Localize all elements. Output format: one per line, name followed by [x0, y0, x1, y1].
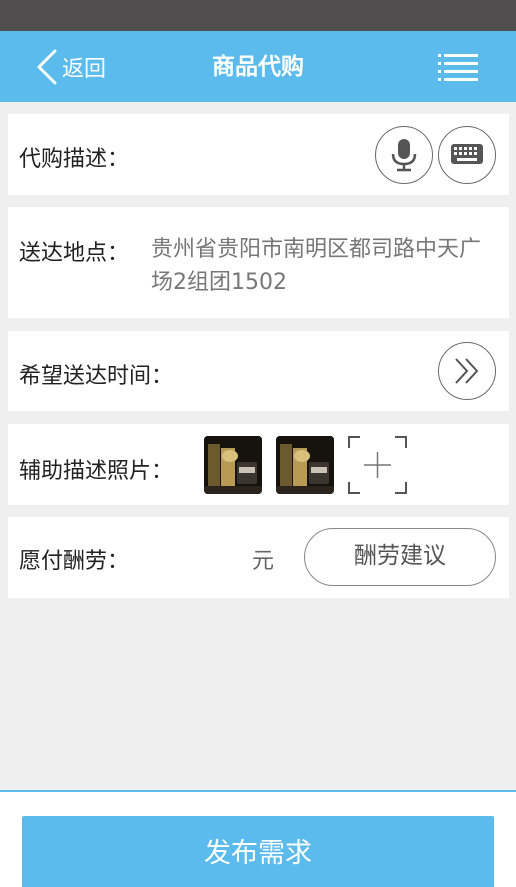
- delivery-time-row: 希望送达时间：: [8, 331, 509, 411]
- add-photo-icon: [348, 436, 407, 498]
- reward-row: 愿付酬劳： 元 酬劳建议: [8, 517, 509, 598]
- address-label: 送达地点：: [19, 241, 130, 266]
- description-label: 代购描述：: [19, 147, 130, 172]
- address-row: 送达地点： 贵州省贵阳市南明区都司路中天广场2组团1502: [8, 207, 509, 318]
- photo-thumbnail-2[interactable]: [276, 436, 334, 494]
- photos-label: 辅助描述照片：: [19, 459, 174, 484]
- keyboard-input-button[interactable]: [438, 126, 496, 184]
- reward-unit: 元: [252, 549, 275, 574]
- add-photo-button[interactable]: [348, 436, 407, 494]
- address-value[interactable]: 贵州省贵阳市南明区都司路中天广场2组团1502: [151, 233, 501, 299]
- reward-suggestion-button[interactable]: 酬劳建议: [304, 528, 496, 586]
- nav-bar: 返回 商品代购: [0, 31, 516, 102]
- photos-row: 辅助描述照片：: [8, 424, 509, 505]
- description-row: 代购描述：: [8, 114, 509, 195]
- photo-thumbnail-1[interactable]: [204, 436, 262, 494]
- bottom-bar: 发布需求: [0, 792, 516, 887]
- delivery-time-label: 希望送达时间：: [19, 364, 174, 389]
- voice-input-button[interactable]: [375, 126, 433, 184]
- reward-label: 愿付酬劳：: [19, 549, 130, 574]
- list-menu-icon[interactable]: [438, 53, 478, 81]
- status-bar: [0, 0, 516, 31]
- submit-request-button[interactable]: 发布需求: [22, 816, 494, 887]
- select-time-button[interactable]: [438, 342, 496, 400]
